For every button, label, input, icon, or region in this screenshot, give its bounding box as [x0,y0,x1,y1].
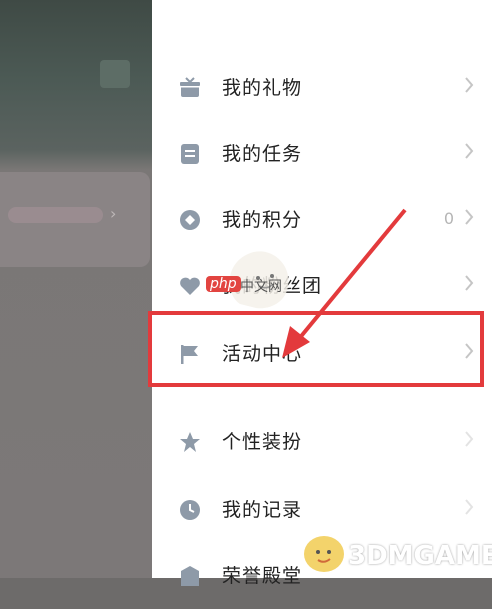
chevron-right-icon [465,499,474,515]
background-app-dimmed[interactable] [0,0,155,578]
menu-item-gifts[interactable]: 我的礼物 [152,55,492,121]
watermark-php-site: 中文网 [240,279,282,295]
background-chevron-icon: › [110,204,117,223]
watermark-3dmgame: 3DMGAME [348,541,492,571]
points-icon [180,210,200,230]
background-label [8,207,103,223]
gift-icon [180,77,200,97]
side-drawer: 我的礼物 我的任务 我的积分 0 我的粉丝团 活 [152,0,492,587]
menu-item-label: 个性装扮 [222,431,303,453]
watermark-php-logo: php [206,276,241,292]
chevron-right-icon [465,209,474,225]
highlight-box [148,311,484,387]
menu-item-points[interactable]: 我的积分 0 [152,187,492,253]
honor-icon [181,566,199,586]
chevron-right-icon [465,431,474,447]
watermark-mascot-small [304,536,344,572]
menu-item-label: 我的任务 [222,143,303,165]
points-count: 0 [443,209,454,228]
chevron-right-icon [465,275,474,291]
menu-item-label: 我的积分 [222,209,303,231]
menu-item-label: 我的礼物 [222,77,303,99]
menu-item-label: 我的记录 [222,499,303,521]
task-icon [181,144,199,164]
menu-item-tasks[interactable]: 我的任务 [152,121,492,187]
chevron-right-icon [465,77,474,93]
menu-item-fan-club[interactable]: 我的粉丝团 [152,253,492,319]
menu-item-dress-up[interactable]: 个性装扮 [152,409,492,475]
chevron-right-icon [465,143,474,159]
menu-item-label: 荣誉殿堂 [222,565,303,587]
dress-up-icon [180,432,200,452]
fan-club-icon [180,277,200,295]
history-icon [180,500,200,520]
background-thumbnail [100,60,130,88]
